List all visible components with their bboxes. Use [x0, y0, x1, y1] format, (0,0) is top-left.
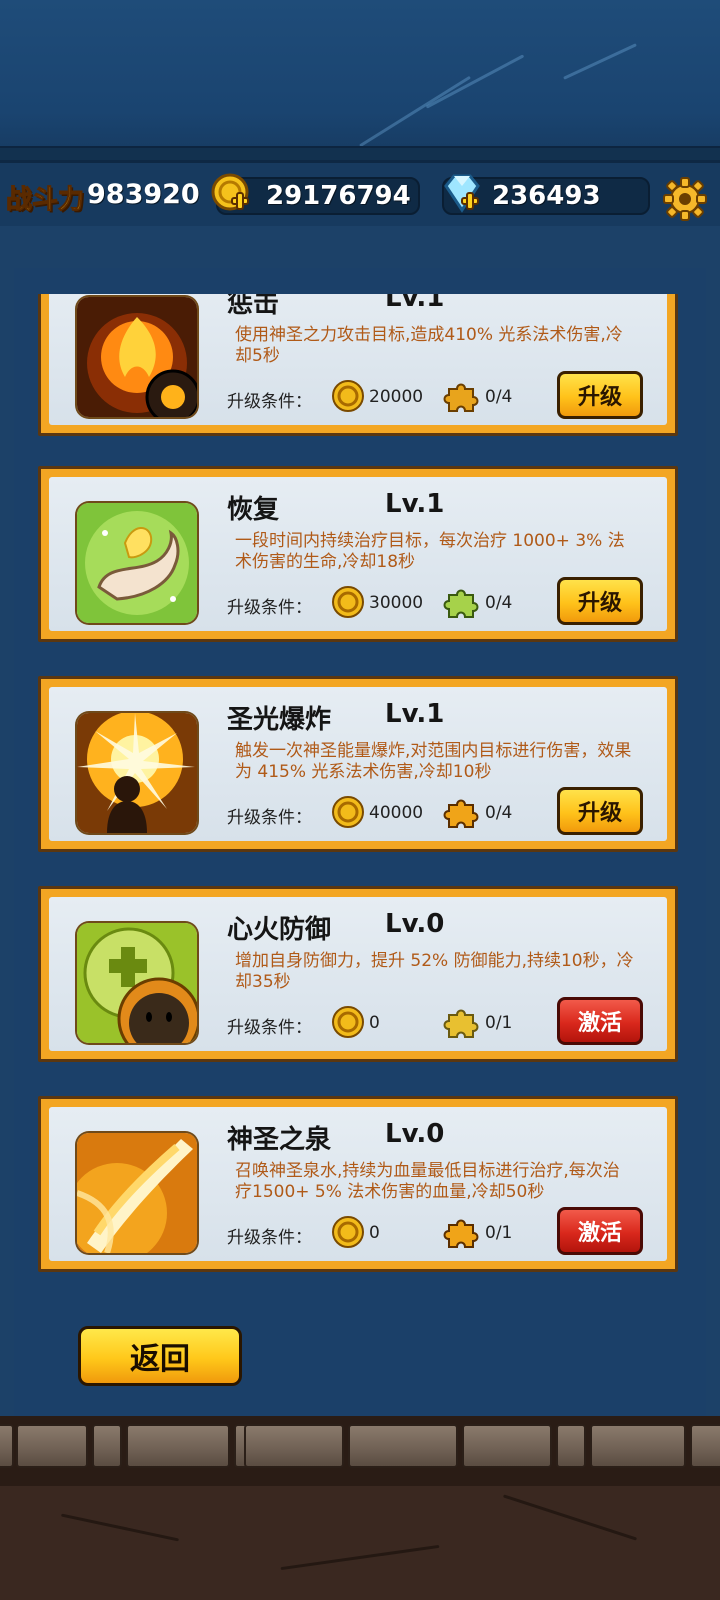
skill-level: Lv.1: [385, 699, 445, 729]
stone-block: [244, 1424, 344, 1468]
gold-cost: 0: [369, 1223, 380, 1243]
gold-coin-icon: [332, 586, 364, 618]
ground-crack: [502, 1494, 638, 1541]
gold-cost: 0: [369, 1013, 380, 1033]
stone-row: [0, 1416, 720, 1486]
gold-cost: 30000: [369, 593, 424, 613]
skill-level: Lv.0: [385, 909, 445, 939]
gold-cost: 20000: [369, 387, 424, 407]
add-diamond-icon[interactable]: [440, 172, 484, 216]
gold-coin-icon: [332, 380, 364, 412]
skill-card-body: 圣光爆炸 Lv.1 触发一次神圣能量爆炸,对范围内目标进行伤害，效果为 415%…: [49, 687, 667, 841]
gold-value: 29176794: [266, 181, 411, 211]
fire-skill-icon: [77, 297, 197, 417]
skill-card-body: 恢复 Lv.1 一段时间内持续治疗目标，每次治疗 1000+ 3% 法术伤害的生…: [49, 477, 667, 631]
stone-block: [556, 1424, 586, 1468]
combat-power-label: 战斗力: [5, 185, 85, 216]
activate-button[interactable]: 激活: [557, 1207, 643, 1255]
upgrade-button[interactable]: 升级: [557, 371, 643, 419]
fragment-count: 0/4: [485, 803, 513, 823]
upgrade-condition-label: 升级条件：: [227, 1228, 312, 1248]
skill-card: 圣光爆炸 Lv.1 触发一次神圣能量爆炸,对范围内目标进行伤害，效果为 415%…: [38, 676, 678, 852]
skill-name: 心火防御: [227, 915, 332, 945]
skill-name: 惩击: [227, 294, 280, 319]
skill-card: 恢复 Lv.1 一段时间内持续治疗目标，每次治疗 1000+ 3% 法术伤害的生…: [38, 466, 678, 642]
upgrade-condition-label: 升级条件：: [227, 598, 312, 618]
puzzle-fragment-icon: [443, 799, 479, 828]
stone-block: [92, 1424, 122, 1468]
combat-power-value: 983920: [87, 179, 200, 210]
upgrade-condition-label: 升级条件：: [227, 392, 312, 412]
settings-gear-icon[interactable]: [662, 176, 708, 222]
puzzle-fragment-icon: [443, 383, 479, 412]
backdrop-ridge: [0, 146, 720, 160]
skill-level: Lv.1: [385, 489, 445, 519]
activate-button[interactable]: 激活: [557, 997, 643, 1045]
gold-coin-icon: [332, 1006, 364, 1038]
stone-block: [590, 1424, 686, 1468]
skill-name: 圣光爆炸: [227, 705, 332, 735]
skill-level: Lv.1: [385, 294, 445, 313]
shield-icon: [77, 923, 197, 1043]
upgrade-button[interactable]: 升级: [557, 787, 643, 835]
stone-block: [690, 1424, 720, 1468]
stone-block: [462, 1424, 552, 1468]
gold-cost: 40000: [369, 803, 424, 823]
dirt-ground: [0, 1486, 720, 1600]
skill-description: 使用神圣之力攻击目标,造成410% 光系法术伤害,冷却5秒: [235, 325, 623, 366]
heal-hand-icon: [77, 503, 197, 623]
holy-spring-icon: [77, 1133, 197, 1253]
skill-description: 增加自身防御力，提升 52% 防御能力,持续10秒，冷却35秒: [235, 951, 634, 992]
skill-description: 召唤神圣泉水,持续为血量最低目标进行治疗,每次治疗1500+ 5% 法术伤害的血…: [235, 1161, 620, 1202]
stone-block: [16, 1424, 88, 1468]
add-gold-icon[interactable]: [210, 172, 254, 216]
gold-coin-icon: [332, 796, 364, 828]
upgrade-condition-label: 升级条件：: [227, 808, 312, 828]
holy-burst-icon: [77, 713, 197, 833]
backdrop-streak: [359, 75, 471, 148]
skill-description: 触发一次神圣能量爆炸,对范围内目标进行伤害，效果为 415% 光系法术伤害,冷却…: [235, 741, 632, 782]
upgrade-button[interactable]: 升级: [557, 577, 643, 625]
skill-level: Lv.0: [385, 1119, 445, 1149]
puzzle-fragment-icon: [443, 589, 479, 618]
skill-name: 神圣之泉: [227, 1125, 332, 1155]
fragment-count: 0/1: [485, 1013, 513, 1033]
stone-block: [348, 1424, 458, 1468]
skill-card-body: 惩击 Lv.1 使用神圣之力攻击目标,造成410% 光系法术伤害,冷却5秒 升级…: [49, 294, 667, 425]
skill-card: 神圣之泉 Lv.0 召唤神圣泉水,持续为血量最低目标进行治疗,每次治疗1500+…: [38, 1096, 678, 1272]
stone-block: [0, 1424, 14, 1468]
puzzle-fragment-icon: [443, 1009, 479, 1038]
upgrade-condition-label: 升级条件：: [227, 1018, 312, 1038]
puzzle-fragment-icon: [443, 1219, 479, 1248]
skill-card: 惩击 Lv.1 使用神圣之力攻击目标,造成410% 光系法术伤害,冷却5秒 升级…: [38, 294, 678, 436]
backdrop-streak: [563, 43, 637, 80]
ground-crack: [60, 1513, 180, 1542]
stone-block: [126, 1424, 230, 1468]
skill-list[interactable]: 惩击 Lv.1 使用神圣之力攻击目标,造成410% 光系法术伤害,冷却5秒 升级…: [36, 294, 684, 1284]
resource-bar: 战斗力 983920 29176794 236493: [0, 160, 720, 226]
fragment-count: 0/4: [485, 593, 513, 613]
ground-crack: [280, 1544, 440, 1571]
top-backdrop: [0, 0, 720, 160]
fragment-count: 0/4: [485, 387, 513, 407]
skill-description: 一段时间内持续治疗目标，每次治疗 1000+ 3% 法术伤害的生命,冷却18秒: [235, 531, 625, 572]
back-button[interactable]: 返回: [78, 1326, 242, 1386]
skill-card-body: 神圣之泉 Lv.0 召唤神圣泉水,持续为血量最低目标进行治疗,每次治疗1500+…: [49, 1107, 667, 1261]
skill-card: 心火防御 Lv.0 增加自身防御力，提升 52% 防御能力,持续10秒，冷却35…: [38, 886, 678, 1062]
backdrop-streak: [425, 54, 525, 109]
diamond-value: 236493: [492, 181, 601, 211]
fragment-count: 0/1: [485, 1223, 513, 1243]
skill-card-body: 心火防御 Lv.0 增加自身防御力，提升 52% 防御能力,持续10秒，冷却35…: [49, 897, 667, 1051]
gold-coin-icon: [332, 1216, 364, 1248]
skill-name: 恢复: [227, 495, 280, 525]
stone-floor: [0, 1416, 720, 1600]
